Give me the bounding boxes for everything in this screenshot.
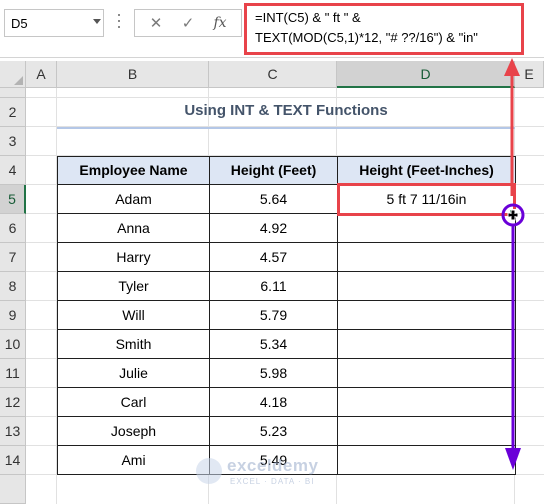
row-header-6[interactable]: 6 (0, 214, 26, 243)
title-underline (57, 127, 515, 129)
row-header-2[interactable]: 2 (0, 98, 26, 127)
header-height-feet[interactable]: Height (Feet) (209, 156, 338, 185)
row-header-3[interactable]: 3 (0, 127, 26, 156)
header-height-feet-inches[interactable]: Height (Feet-Inches) (337, 156, 516, 185)
cell-feet-inches[interactable] (337, 445, 516, 475)
cell-feet[interactable]: 4.18 (209, 387, 338, 417)
insert-function-icon[interactable]: fx (209, 13, 231, 33)
cell-feet-inches[interactable] (337, 358, 516, 388)
formula-line-2: TEXT(MOD(C5,1)*12, "# ??/16") & "in" (255, 30, 478, 45)
cell-name[interactable]: Harry (57, 242, 210, 272)
watermark-tagline: EXCEL · DATA · BI (230, 477, 315, 486)
cell-feet[interactable]: 5.64 (209, 184, 338, 214)
header-employee-name[interactable]: Employee Name (57, 156, 210, 185)
cell-feet-inches[interactable] (337, 329, 516, 359)
row-header-11[interactable]: 11 (0, 359, 26, 388)
column-header-d[interactable]: D (337, 61, 515, 88)
formula-line-1: =INT(C5) & " ft " & (255, 10, 361, 25)
enter-icon[interactable]: ✓ (177, 13, 199, 33)
name-box-value: D5 (11, 16, 28, 31)
cell-name[interactable]: Tyler (57, 271, 210, 301)
chevron-down-icon[interactable] (93, 19, 101, 24)
cancel-icon[interactable]: ✕ (145, 13, 167, 33)
formula-tools: ✕ ✓ fx (134, 9, 242, 37)
row-header-4[interactable]: 4 (0, 156, 26, 185)
row-header-9[interactable]: 9 (0, 301, 26, 330)
row-header-1[interactable] (0, 88, 26, 98)
name-box[interactable]: D5 (4, 9, 104, 37)
cell-name[interactable]: Anna (57, 213, 210, 243)
cell-name[interactable]: Adam (57, 184, 210, 214)
cell-feet[interactable]: 4.57 (209, 242, 338, 272)
active-cell-d5[interactable] (337, 183, 516, 216)
watermark-name: exceldemy (227, 456, 319, 475)
cell-feet[interactable]: 5.98 (209, 358, 338, 388)
formula-bar: D5 ✕ ✓ fx =INT(C5) & " ft " & TEXT(MOD(C… (0, 0, 544, 58)
select-all-corner[interactable] (0, 61, 26, 88)
cell-name[interactable]: Will (57, 300, 210, 330)
row-header-13[interactable]: 13 (0, 417, 26, 446)
cell-feet-inches[interactable] (337, 416, 516, 446)
formula-input[interactable]: =INT(C5) & " ft " & TEXT(MOD(C5,1)*12, "… (244, 3, 524, 55)
row-header-5[interactable]: 5 (0, 185, 26, 214)
cell-feet[interactable]: 5.23 (209, 416, 338, 446)
row-header-8[interactable]: 8 (0, 272, 26, 301)
cell-name[interactable]: Joseph (57, 416, 210, 446)
cell-feet[interactable]: 6.11 (209, 271, 338, 301)
cell-feet[interactable]: 5.79 (209, 300, 338, 330)
cell-name[interactable]: Carl (57, 387, 210, 417)
exceldemy-watermark: exceldemy EXCEL · DATA · BI (196, 456, 356, 490)
cell-name[interactable]: Julie (57, 358, 210, 388)
cell-feet-inches[interactable] (337, 271, 516, 301)
cell-feet-inches[interactable] (337, 387, 516, 417)
cell-feet-inches[interactable] (337, 242, 516, 272)
cell-feet-inches[interactable] (337, 300, 516, 330)
fill-handle[interactable] (509, 209, 516, 216)
row-header-12[interactable]: 12 (0, 388, 26, 417)
cell-name[interactable]: Ami (57, 445, 210, 475)
column-header-b[interactable]: B (57, 61, 209, 88)
column-header-c[interactable]: C (209, 61, 337, 88)
column-header-a[interactable]: A (26, 61, 57, 88)
row-header-15[interactable] (0, 475, 26, 504)
cell-feet[interactable]: 4.92 (209, 213, 338, 243)
row-header-7[interactable]: 7 (0, 243, 26, 272)
drag-dots-icon[interactable] (117, 14, 121, 30)
row-header-10[interactable]: 10 (0, 330, 26, 359)
row-header-14[interactable]: 14 (0, 446, 26, 475)
sheet-title: Using INT & TEXT Functions (184, 102, 388, 119)
cell-feet[interactable]: 5.34 (209, 329, 338, 359)
cell-feet-inches[interactable] (337, 213, 516, 243)
exceldemy-logo-icon (196, 458, 222, 484)
column-header-e[interactable]: E (515, 61, 544, 88)
gridline (26, 97, 544, 98)
cell-name[interactable]: Smith (57, 329, 210, 359)
